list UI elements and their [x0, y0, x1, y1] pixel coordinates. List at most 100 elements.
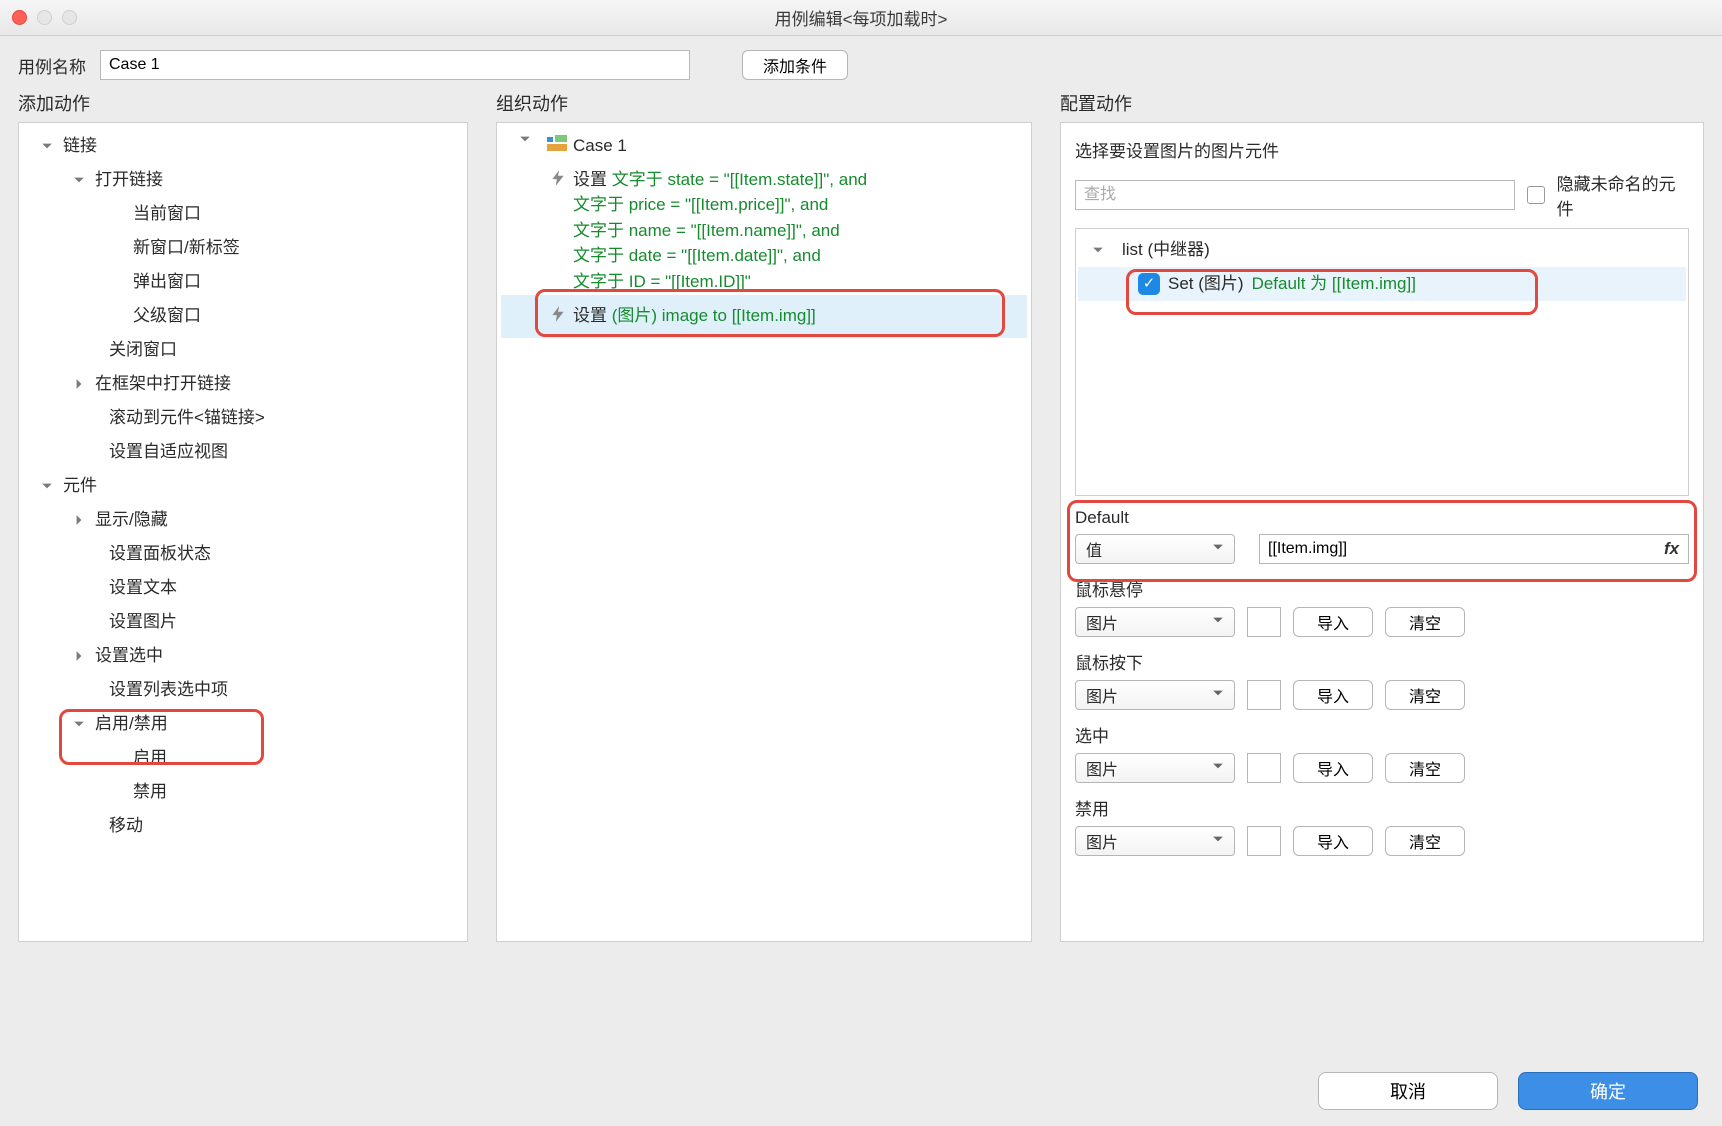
chevron-down-icon — [1212, 613, 1224, 631]
tree-item-close-window[interactable]: 关闭窗口 — [23, 333, 463, 367]
top-row: 用例名称 添加条件 — [0, 36, 1722, 90]
action-text: 设置 (图片) image to [[Item.img]] — [573, 303, 1019, 329]
action-set-text[interactable]: 设置 文字于 state = "[[Item.state]]", and 文字于… — [501, 163, 1027, 295]
tree-item-set-selected[interactable]: 设置选中 — [23, 639, 463, 673]
state-down: 鼠标按下 图片 导入 清空 — [1075, 649, 1689, 710]
state-default-label: Default — [1075, 508, 1689, 528]
state-disabled-import-button[interactable]: 导入 — [1293, 826, 1373, 856]
minimize-icon[interactable] — [37, 10, 52, 25]
section-headers: 添加动作 组织动作 配置动作 — [0, 90, 1722, 122]
state-hover-label: 鼠标悬停 — [1075, 576, 1689, 601]
body: 链接 打开链接 当前窗口 新窗口/新标签 弹出窗口 父级窗口 关闭窗口 在框架中… — [0, 122, 1722, 942]
state-down-swatch[interactable] — [1247, 680, 1281, 710]
chevron-right-icon — [73, 650, 91, 662]
state-hover-swatch[interactable] — [1247, 607, 1281, 637]
case-icon — [547, 133, 567, 159]
action-set-image[interactable]: 设置 (图片) image to [[Item.img]] — [501, 295, 1027, 339]
actions-tree: 链接 打开链接 当前窗口 新窗口/新标签 弹出窗口 父级窗口 关闭窗口 在框架中… — [19, 123, 467, 849]
traffic-lights — [12, 10, 77, 25]
state-selected-select[interactable]: 图片 — [1075, 753, 1235, 783]
close-icon[interactable] — [12, 10, 27, 25]
cancel-button[interactable]: 取消 — [1318, 1072, 1498, 1110]
tree-item-open-link[interactable]: 打开链接 — [23, 163, 463, 197]
tree-item-enable[interactable]: 启用 — [23, 741, 463, 775]
state-selected: 选中 图片 导入 清空 — [1075, 722, 1689, 783]
chevron-down-icon — [41, 480, 59, 492]
widget-tree-box: list (中继器) ✓ Set (图片) Default 为 [[Item.i… — [1075, 228, 1689, 496]
add-condition-button[interactable]: 添加条件 — [742, 50, 848, 80]
chevron-right-icon — [73, 514, 91, 526]
header-config: 配置动作 — [1060, 90, 1704, 116]
tree-item-open-in-frame[interactable]: 在框架中打开链接 — [23, 367, 463, 401]
tree-item-new-window[interactable]: 新窗口/新标签 — [23, 231, 463, 265]
bolt-icon — [549, 169, 567, 195]
state-hover-import-button[interactable]: 导入 — [1293, 607, 1373, 637]
tree-item-show-hide[interactable]: 显示/隐藏 — [23, 503, 463, 537]
state-down-clear-button[interactable]: 清空 — [1385, 680, 1465, 710]
tree-item-enable-disable[interactable]: 启用/禁用 — [23, 707, 463, 741]
titlebar: 用例编辑<每项加载时> — [0, 0, 1722, 36]
case-row[interactable]: Case 1 — [501, 129, 1027, 163]
window-title: 用例编辑<每项加载时> — [775, 5, 948, 30]
state-default-value-input[interactable] — [1259, 534, 1655, 564]
state-down-import-button[interactable]: 导入 — [1293, 680, 1373, 710]
chevron-down-icon — [1092, 244, 1110, 256]
config-section-title: 选择要设置图片的图片元件 — [1075, 137, 1689, 162]
state-disabled-clear-button[interactable]: 清空 — [1385, 826, 1465, 856]
chevron-down-icon — [1212, 686, 1224, 704]
hide-unnamed-checkbox[interactable] — [1527, 186, 1545, 204]
hide-unnamed-label: 隐藏未命名的元件 — [1557, 170, 1689, 220]
tree-item-set-panel-state[interactable]: 设置面板状态 — [23, 537, 463, 571]
fx-button[interactable]: fx — [1655, 534, 1689, 564]
state-selected-clear-button[interactable]: 清空 — [1385, 753, 1465, 783]
widget-repeater[interactable]: list (中继器) — [1078, 233, 1686, 267]
tree-item-widget[interactable]: 元件 — [23, 469, 463, 503]
state-hover-clear-button[interactable]: 清空 — [1385, 607, 1465, 637]
tree-item-scroll-to[interactable]: 滚动到元件<锚链接> — [23, 401, 463, 435]
state-down-label: 鼠标按下 — [1075, 649, 1689, 674]
chevron-down-icon — [41, 140, 59, 152]
maximize-icon[interactable] — [62, 10, 77, 25]
chevron-down-icon — [519, 133, 537, 145]
checkbox-checked-icon[interactable]: ✓ — [1138, 273, 1160, 295]
chevron-down-icon — [1212, 832, 1224, 850]
state-default-select[interactable]: 值 — [1075, 534, 1235, 564]
case-tree: Case 1 设置 文字于 state = "[[Item.state]]", … — [497, 123, 1031, 344]
tree-item-parent[interactable]: 父级窗口 — [23, 299, 463, 333]
widget-set-image-item[interactable]: ✓ Set (图片) Default 为 [[Item.img]] — [1078, 267, 1686, 301]
action-text: 设置 文字于 state = "[[Item.state]]", and 文字于… — [573, 167, 1019, 295]
ok-button[interactable]: 确定 — [1518, 1072, 1698, 1110]
tree-item-set-list-selected[interactable]: 设置列表选中项 — [23, 673, 463, 707]
state-selected-import-button[interactable]: 导入 — [1293, 753, 1373, 783]
tree-item-move[interactable]: 移动 — [23, 809, 463, 843]
tree-item-set-adaptive[interactable]: 设置自适应视图 — [23, 435, 463, 469]
footer: 取消 确定 — [1294, 1056, 1722, 1126]
widget-search-input[interactable] — [1075, 180, 1515, 210]
chevron-down-icon — [1212, 759, 1224, 777]
chevron-down-icon — [1212, 540, 1224, 558]
state-hover-select[interactable]: 图片 — [1075, 607, 1235, 637]
tree-item-set-image[interactable]: 设置图片 — [23, 605, 463, 639]
tree-item-disable[interactable]: 禁用 — [23, 775, 463, 809]
case-name-input[interactable] — [100, 50, 690, 80]
config-panel: 选择要设置图片的图片元件 隐藏未命名的元件 list (中继器) ✓ Set (… — [1060, 122, 1704, 942]
actions-panel: 链接 打开链接 当前窗口 新窗口/新标签 弹出窗口 父级窗口 关闭窗口 在框架中… — [18, 122, 468, 942]
state-down-select[interactable]: 图片 — [1075, 680, 1235, 710]
bolt-icon — [549, 305, 567, 331]
state-selected-label: 选中 — [1075, 722, 1689, 747]
state-disabled-swatch[interactable] — [1247, 826, 1281, 856]
state-selected-swatch[interactable] — [1247, 753, 1281, 783]
state-disabled: 禁用 图片 导入 清空 — [1075, 795, 1689, 856]
state-hover: 鼠标悬停 图片 导入 清空 — [1075, 576, 1689, 637]
header-add-action: 添加动作 — [18, 90, 468, 116]
state-disabled-select[interactable]: 图片 — [1075, 826, 1235, 856]
chevron-down-icon — [73, 718, 91, 730]
case-name-label: 用例名称 — [18, 53, 86, 78]
tree-item-current-window[interactable]: 当前窗口 — [23, 197, 463, 231]
chevron-right-icon — [73, 378, 91, 390]
header-organize: 组织动作 — [496, 90, 1032, 116]
tree-item-link[interactable]: 链接 — [23, 129, 463, 163]
case-name: Case 1 — [573, 133, 627, 159]
tree-item-set-text[interactable]: 设置文本 — [23, 571, 463, 605]
tree-item-popup[interactable]: 弹出窗口 — [23, 265, 463, 299]
